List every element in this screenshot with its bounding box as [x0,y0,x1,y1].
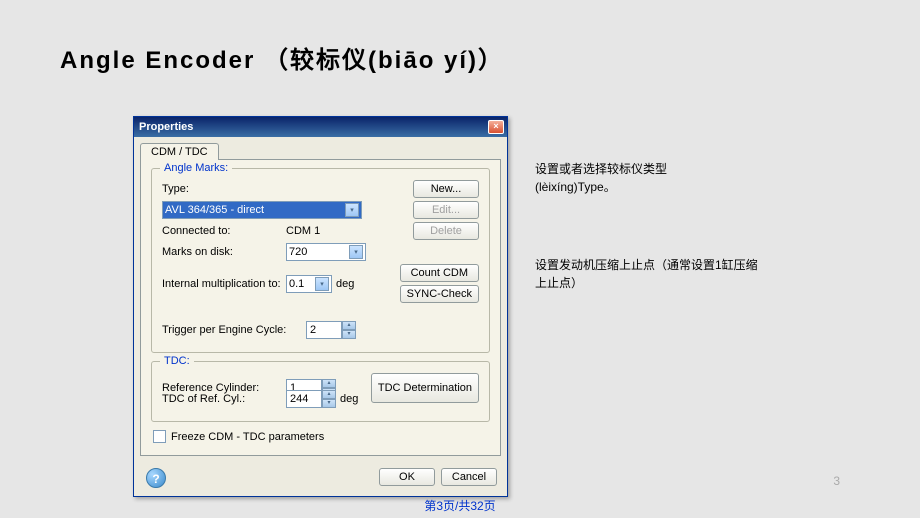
unit-deg: deg [336,278,354,290]
type-select-value: AVL 364/365 - direct [165,204,264,216]
dialog-footer: OK Cancel [134,462,507,496]
page-number: 3 [833,474,840,488]
marks-select[interactable]: 720 ▾ [286,243,366,261]
unit-deg: deg [340,393,358,405]
delete-button[interactable]: Delete [413,222,479,240]
chevron-down-icon[interactable]: ▾ [342,330,356,339]
tdc-ref-spinner[interactable]: ▴▾ [286,390,336,408]
annotation-tdc: 设置发动机压缩上止点（通常设置1缸压缩上止点） [535,256,765,292]
internal-select-value: 0.1 [289,278,304,290]
chevron-up-icon[interactable]: ▴ [342,321,356,330]
marks-select-value: 720 [289,246,307,258]
legend-tdc: TDC: [160,355,194,367]
trigger-spinner[interactable]: ▴▾ [306,321,356,339]
dialog-title: Properties [139,121,193,133]
freeze-label: Freeze CDM - TDC parameters [171,431,324,443]
close-icon[interactable]: × [488,120,504,134]
slide-title: Angle Encoder （较标仪(biāo yí)） [60,40,504,75]
count-cdm-button[interactable]: Count CDM [400,264,479,282]
chevron-down-icon: ▾ [315,277,329,291]
new-button[interactable]: New... [413,180,479,198]
page-footer: 第3页/共32页 [424,497,495,514]
label-tdc-ref: TDC of Ref. Cyl.: [162,393,282,405]
fieldset-tdc: TDC: Reference Cylinder: ▴▾ TDC Determin… [151,361,490,422]
chevron-up-icon[interactable]: ▴ [322,379,336,388]
label-connected: Connected to: [162,225,282,237]
ok-button[interactable]: OK [379,468,435,486]
label-type: Type: [162,183,282,195]
legend-angle-marks: Angle Marks: [160,162,232,174]
internal-select[interactable]: 0.1 ▾ [286,275,332,293]
freeze-checkbox-row[interactable]: Freeze CDM - TDC parameters [153,430,490,443]
cancel-button[interactable]: Cancel [441,468,497,486]
chevron-down-icon: ▾ [349,245,363,259]
dialog-titlebar: Properties × [134,117,507,137]
fieldset-angle-marks: Angle Marks: Type: New... AVL 364/365 - … [151,168,490,353]
label-trigger: Trigger per Engine Cycle: [162,324,302,336]
label-internal: Internal multiplication to: [162,278,282,290]
label-marks: Marks on disk: [162,246,282,258]
freeze-checkbox[interactable] [153,430,166,443]
sync-check-button[interactable]: SYNC-Check [400,285,479,303]
chevron-up-icon[interactable]: ▴ [322,390,336,399]
properties-dialog: Properties × CDM / TDC Angle Marks: Type… [133,116,508,497]
tdc-determination-button[interactable]: TDC Determination [371,373,479,403]
help-icon[interactable]: ? [146,468,166,488]
tab-strip: CDM / TDC [134,137,507,159]
edit-button[interactable]: Edit... [413,201,479,219]
tab-cdm-tdc[interactable]: CDM / TDC [140,143,219,160]
value-connected: CDM 1 [286,225,346,237]
chevron-down-icon[interactable]: ▾ [322,399,336,408]
tdc-ref-input[interactable] [286,390,322,408]
type-select[interactable]: AVL 364/365 - direct ▾ [162,201,362,219]
trigger-input[interactable] [306,321,342,339]
annotation-type: 设置或者选择较标仪类型(lèixíng)Type。 [535,160,735,196]
tab-content: Angle Marks: Type: New... AVL 364/365 - … [140,159,501,456]
chevron-down-icon: ▾ [345,203,359,217]
